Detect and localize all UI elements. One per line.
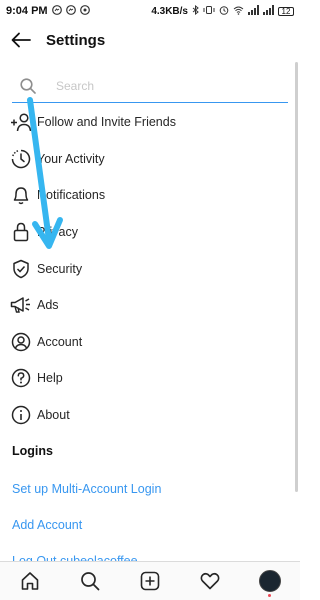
account-circle-icon [10,331,32,353]
whatsapp-icon [79,4,90,18]
activity-button[interactable] [195,566,225,596]
bottom-navigation [0,561,300,600]
add-account-link[interactable]: Add Account [12,518,82,532]
home-icon [21,572,39,590]
settings-item-security[interactable]: Security [0,250,300,287]
settings-item-label: Ads [37,298,59,313]
signal-icon [248,4,259,18]
back-button[interactable] [8,27,34,53]
signal-icon [263,4,274,18]
settings-item-label: Help [37,371,63,386]
settings-item-help[interactable]: Help [0,360,300,397]
search-nav-button[interactable] [75,566,105,596]
shield-check-icon [10,258,32,280]
new-post-button[interactable] [135,566,165,596]
search-icon [81,572,100,591]
settings-item-label: Privacy [37,225,78,240]
home-button[interactable] [15,566,45,596]
settings-item-your-activity[interactable]: Your Activity [0,141,300,178]
settings-item-label: Follow and Invite Friends [37,115,176,130]
scrollbar[interactable] [295,62,298,492]
info-icon [10,404,32,426]
settings-item-privacy[interactable]: Privacy [0,214,300,251]
megaphone-icon [10,294,32,316]
settings-item-notifications[interactable]: Notifications [0,177,300,214]
settings-item-ads[interactable]: Ads [0,287,300,324]
help-icon [10,367,32,389]
settings-list: Follow and Invite Friends Your Activity … [0,104,300,433]
settings-item-label: Security [37,261,83,276]
status-time: 9:04 PM [6,5,48,17]
page-title: Settings [46,31,106,49]
settings-item-label: Account [37,334,83,349]
settings-item-label: Notifications [37,188,106,203]
heart-icon [200,572,220,590]
activity-clock-icon [10,148,32,170]
add-post-icon [140,571,160,591]
settings-item-label: About [37,408,70,423]
multi-account-login-link[interactable]: Set up Multi-Account Login [12,482,161,496]
search-bar [12,70,288,103]
battery-icon: 12 [278,6,294,16]
messenger-icon [65,4,76,18]
settings-item-follow-invite[interactable]: Follow and Invite Friends [0,104,300,141]
app-header: Settings [0,22,300,58]
settings-item-label: Your Activity [37,151,105,166]
status-bar: 9:04 PM 4.3KB/s 12 [0,0,300,22]
search-input[interactable] [54,78,278,94]
add-person-icon [10,111,32,133]
notification-dot [268,594,271,597]
search-icon [16,74,40,98]
network-speed: 4.3KB/s [151,5,188,17]
bluetooth-icon [192,4,199,18]
lock-icon [10,221,32,243]
battery-level: 12 [281,6,291,16]
back-arrow-icon [11,32,31,48]
profile-button[interactable] [255,566,285,597]
alarm-icon [219,5,229,18]
settings-item-account[interactable]: Account [0,324,300,361]
messenger-icon [51,4,62,18]
bell-icon [10,184,32,206]
settings-item-about[interactable]: About [0,397,300,434]
logins-section-title: Logins [12,444,53,458]
wifi-icon [233,5,244,18]
profile-avatar [259,570,281,597]
vibrate-icon [203,5,215,18]
